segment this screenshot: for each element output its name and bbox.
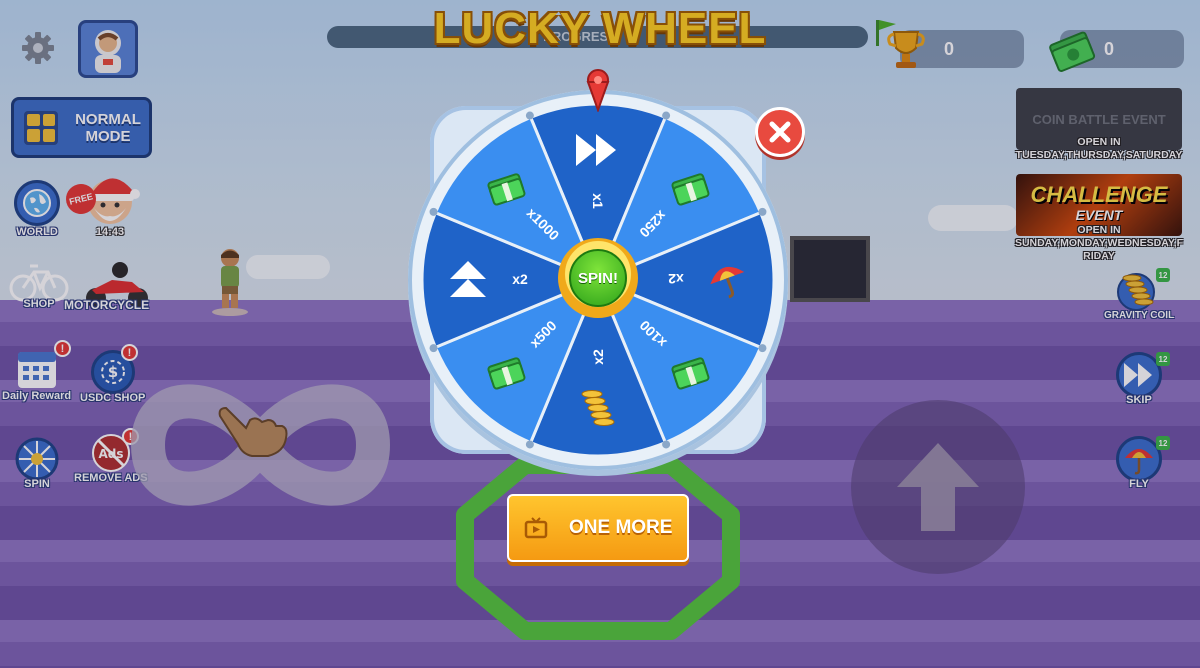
wheel-rim-dot xyxy=(429,207,438,216)
wheel-segment-label: x2 xyxy=(668,271,684,287)
wheel-rim-dot xyxy=(758,207,767,216)
double-arrow-up-icon xyxy=(443,255,493,305)
cash-stack-icon xyxy=(481,347,531,397)
wheel-rim-dot xyxy=(758,344,767,353)
video-ad-icon xyxy=(524,517,548,539)
wheel-segment-label: x2 xyxy=(590,349,606,365)
cash-stack-icon xyxy=(665,347,715,397)
fast-forward-icon xyxy=(573,125,623,175)
wheel-segment-label: x1 xyxy=(590,193,606,209)
close-button[interactable] xyxy=(755,107,805,157)
wheel-pointer-icon xyxy=(586,69,610,112)
spin-label: SPIN! xyxy=(569,249,627,307)
wheel-rim-dot xyxy=(525,440,534,449)
wheel-rim-dot xyxy=(429,344,438,353)
close-icon xyxy=(769,121,791,143)
wheel-segment-label: x2 xyxy=(512,271,528,287)
spring-coil-icon xyxy=(573,385,623,435)
one-more-label: ONE MORE xyxy=(569,517,673,538)
umbrella-icon xyxy=(703,255,753,305)
lucky-wheel: x1 x250 x2 x100 x2 x500 x2 x1000 SPIN! xyxy=(402,69,794,476)
wheel-rim-dot xyxy=(525,111,534,120)
one-more-button[interactable]: ONE MORE xyxy=(507,494,689,562)
wheel-rim-dot xyxy=(662,111,671,120)
spin-button[interactable]: SPIN! xyxy=(558,238,638,318)
cash-stack-icon xyxy=(481,163,531,213)
wheel-rim-dot xyxy=(662,440,671,449)
cash-stack-icon xyxy=(665,163,715,213)
